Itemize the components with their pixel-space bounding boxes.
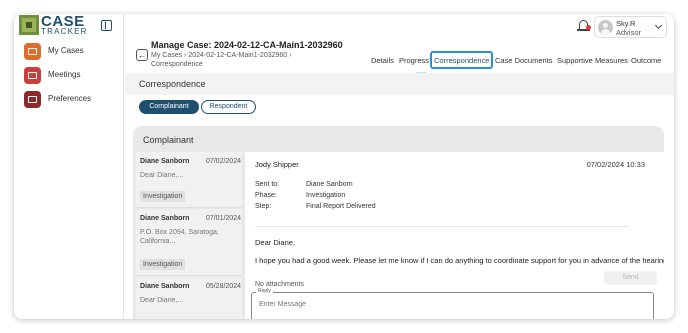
sidebar: CASE TRACKER My Cases Meetings Preferenc… bbox=[14, 14, 124, 319]
message-phase-tag: Investigation bbox=[140, 259, 186, 270]
message-preview: Dear Diane,... bbox=[140, 172, 184, 179]
sidebar-item-label: Meetings bbox=[48, 70, 81, 79]
message-sender: Diane Sanborn bbox=[140, 215, 190, 222]
message-detail: Jody Shipper 07/02/2024 10:33 Sent to: D… bbox=[245, 152, 664, 319]
message-date: 07/01/2024 bbox=[205, 215, 241, 222]
sidebar-item-label: My Cases bbox=[48, 46, 84, 55]
tab-highlight-annotation bbox=[430, 51, 493, 69]
message-sender: Diane Sanborn bbox=[140, 158, 190, 165]
back-arrow-icon[interactable]: ← bbox=[136, 49, 148, 61]
list-item[interactable]: Diane Sanborn 07/02/2024 Dear Diane,... … bbox=[136, 152, 242, 208]
app-window: CASE TRACKER My Cases Meetings Preferenc… bbox=[14, 14, 674, 319]
user-role: Advisor bbox=[616, 28, 642, 37]
notification-dot bbox=[586, 25, 591, 30]
sidebar-item-meetings[interactable]: Meetings bbox=[24, 67, 119, 85]
message-body: I hope you had a good week. Please let m… bbox=[255, 256, 664, 265]
step-value: Final Report Delivered bbox=[306, 203, 376, 210]
section-header bbox=[125, 73, 674, 95]
gear-icon bbox=[24, 91, 41, 108]
tab-case-documents[interactable]: Case Documents bbox=[495, 56, 553, 65]
tab-outcome[interactable]: Outcome bbox=[631, 56, 661, 65]
avatar bbox=[598, 20, 613, 35]
sent-to-value: Diane Sanborn bbox=[306, 181, 353, 188]
section-title: Correspondence bbox=[139, 79, 206, 89]
message-greeting: Dear Diane, bbox=[255, 238, 296, 247]
video-icon bbox=[24, 67, 41, 84]
tab-details[interactable]: Details bbox=[371, 56, 394, 65]
page-title: Manage Case: 2024-02-12-CA-Main1-2032960 bbox=[151, 40, 343, 50]
logo-tracker-text: TRACKER bbox=[41, 27, 88, 36]
send-button[interactable]: Send bbox=[604, 271, 657, 285]
logo-mark-icon bbox=[19, 15, 39, 35]
tab-supportive-measures[interactable]: Supportive Measures bbox=[557, 56, 628, 65]
message-sender: Diane Sanborn bbox=[140, 283, 190, 290]
message-date: 05/28/2024 bbox=[205, 283, 241, 290]
user-menu[interactable]: Sky.R Advisor bbox=[594, 16, 667, 38]
list-item[interactable]: Diane Sanborn 07/01/2024 P.O. Box 2094, … bbox=[136, 209, 242, 276]
message-phase-tag: Investigation bbox=[140, 191, 186, 202]
list-item[interactable]: Diane Sanborn 05/28/2024 Dear Diane,... bbox=[136, 277, 242, 319]
detail-sender: Jody Shipper bbox=[255, 160, 299, 169]
sidebar-item-label: Preferences bbox=[48, 94, 92, 103]
sent-to-label: Sent to: bbox=[255, 181, 280, 188]
sidebar-item-preferences[interactable]: Preferences bbox=[24, 91, 119, 109]
breadcrumb: My Cases › 2024-02-12-CA-Main1-2032960 ›… bbox=[151, 52, 292, 68]
filter-respondent-button[interactable]: Respondent bbox=[201, 100, 256, 114]
reply-label: Reply bbox=[256, 288, 273, 294]
user-name: Sky.R bbox=[616, 19, 636, 28]
briefcase-icon bbox=[24, 43, 41, 60]
reply-field[interactable]: Reply bbox=[251, 288, 654, 319]
message-preview: P.O. Box 2094, Saratoga, California... bbox=[140, 229, 219, 245]
step-label: Step: bbox=[255, 203, 272, 210]
phase-value: Investigation bbox=[306, 192, 346, 199]
collapse-sidebar-icon[interactable] bbox=[101, 20, 112, 31]
logo: CASE TRACKER bbox=[19, 14, 89, 37]
top-bar bbox=[125, 14, 674, 39]
divider bbox=[255, 226, 629, 227]
phase-label: Phase: bbox=[255, 192, 277, 199]
reply-input[interactable] bbox=[259, 301, 639, 308]
sidebar-item-my-cases[interactable]: My Cases bbox=[24, 43, 119, 61]
message-list: Diane Sanborn 07/02/2024 Dear Diane,... … bbox=[136, 152, 242, 319]
panel-title: Complainant bbox=[143, 135, 194, 145]
message-date: 07/02/2024 bbox=[205, 158, 241, 165]
detail-datetime: 07/02/2024 10:33 bbox=[586, 160, 645, 169]
message-preview: Dear Diane,... bbox=[140, 297, 184, 304]
attachments-status: No attachments bbox=[255, 281, 305, 288]
tab-progress[interactable]: Progress bbox=[399, 56, 429, 65]
chevron-down-icon bbox=[654, 21, 663, 30]
notification-bell-icon[interactable] bbox=[577, 19, 591, 32]
correspondence-panel: Complainant Diane Sanborn 07/02/2024 Dea… bbox=[133, 126, 664, 319]
filter-complainant-button[interactable]: Complainant bbox=[139, 100, 199, 114]
